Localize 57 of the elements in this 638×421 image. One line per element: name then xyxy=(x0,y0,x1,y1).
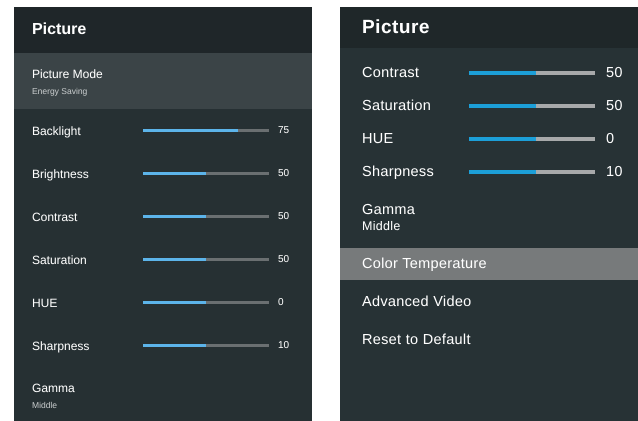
menu-item[interactable]: Contrast 50 xyxy=(340,56,638,89)
menu-item[interactable]: Sharpness 10 xyxy=(340,155,638,188)
item-label: HUE xyxy=(32,296,58,310)
slider-track[interactable] xyxy=(143,344,269,347)
item-label: Gamma xyxy=(32,380,75,394)
item-value: Middle xyxy=(362,218,401,232)
slider-value: 50 xyxy=(278,168,290,179)
item-label: Gamma xyxy=(362,202,416,218)
slider-value: 75 xyxy=(278,125,290,136)
menu-item[interactable]: Gamma Middle xyxy=(14,367,312,421)
slider-value: 0 xyxy=(278,297,284,308)
menu-item[interactable]: Sharpness 10 xyxy=(14,324,312,367)
item-label: Picture Mode xyxy=(32,66,103,80)
item-label: Contrast xyxy=(32,210,78,224)
menu-item[interactable]: Reset to Default xyxy=(340,324,638,356)
item-label: Brightness xyxy=(32,166,90,180)
menu-item[interactable]: Saturation 50 xyxy=(340,89,638,122)
item-value: Middle xyxy=(32,400,58,410)
menu-item[interactable]: Contrast 50 xyxy=(14,195,312,238)
slider-track[interactable] xyxy=(469,136,595,140)
slider-track[interactable] xyxy=(469,170,595,174)
slider-track[interactable] xyxy=(143,172,269,175)
item-label: Sharpness xyxy=(32,338,90,352)
slider-value: 0 xyxy=(606,130,614,146)
slider-value: 50 xyxy=(278,211,290,222)
slider-value: 50 xyxy=(606,64,623,80)
menu-item[interactable]: Saturation 50 xyxy=(14,238,312,281)
slider-track[interactable] xyxy=(143,301,269,304)
slider-value: 10 xyxy=(606,164,623,180)
menu-item[interactable]: Brightness 50 xyxy=(14,152,312,195)
slider-track[interactable] xyxy=(143,129,269,132)
menu-item[interactable]: Backlight 75 xyxy=(14,109,312,152)
menu-item[interactable]: Advanced Video xyxy=(340,286,638,318)
item-label: Sharpness xyxy=(362,164,436,180)
item-label: Reset to Default xyxy=(362,332,471,348)
menu-item[interactable]: Gamma Middle xyxy=(340,192,638,242)
item-label: Contrast xyxy=(362,64,420,80)
slider-track[interactable] xyxy=(143,215,269,218)
item-value: Energy Saving xyxy=(32,86,88,96)
slider-track[interactable] xyxy=(469,70,595,74)
slider-value: 50 xyxy=(278,254,290,265)
menu-item[interactable]: Color Temperature xyxy=(340,248,638,280)
item-label: Saturation xyxy=(362,98,432,114)
menu-item[interactable]: HUE 0 xyxy=(340,122,638,155)
item-label: Color Temperature xyxy=(362,256,487,272)
slider-track[interactable] xyxy=(469,104,595,108)
item-label: Backlight xyxy=(32,124,82,138)
slider-value: 10 xyxy=(278,340,290,351)
item-label: Saturation xyxy=(32,252,88,266)
slider-track[interactable] xyxy=(143,258,269,261)
menu-title: Picture xyxy=(14,7,312,53)
menu-title: Picture xyxy=(340,7,638,48)
slider-value: 50 xyxy=(606,98,623,114)
menu-item[interactable]: HUE 0 xyxy=(14,281,312,324)
menu-item[interactable]: Picture Mode Energy Saving xyxy=(14,53,312,109)
item-label: HUE xyxy=(362,130,395,146)
item-label: Advanced Video xyxy=(362,294,472,310)
